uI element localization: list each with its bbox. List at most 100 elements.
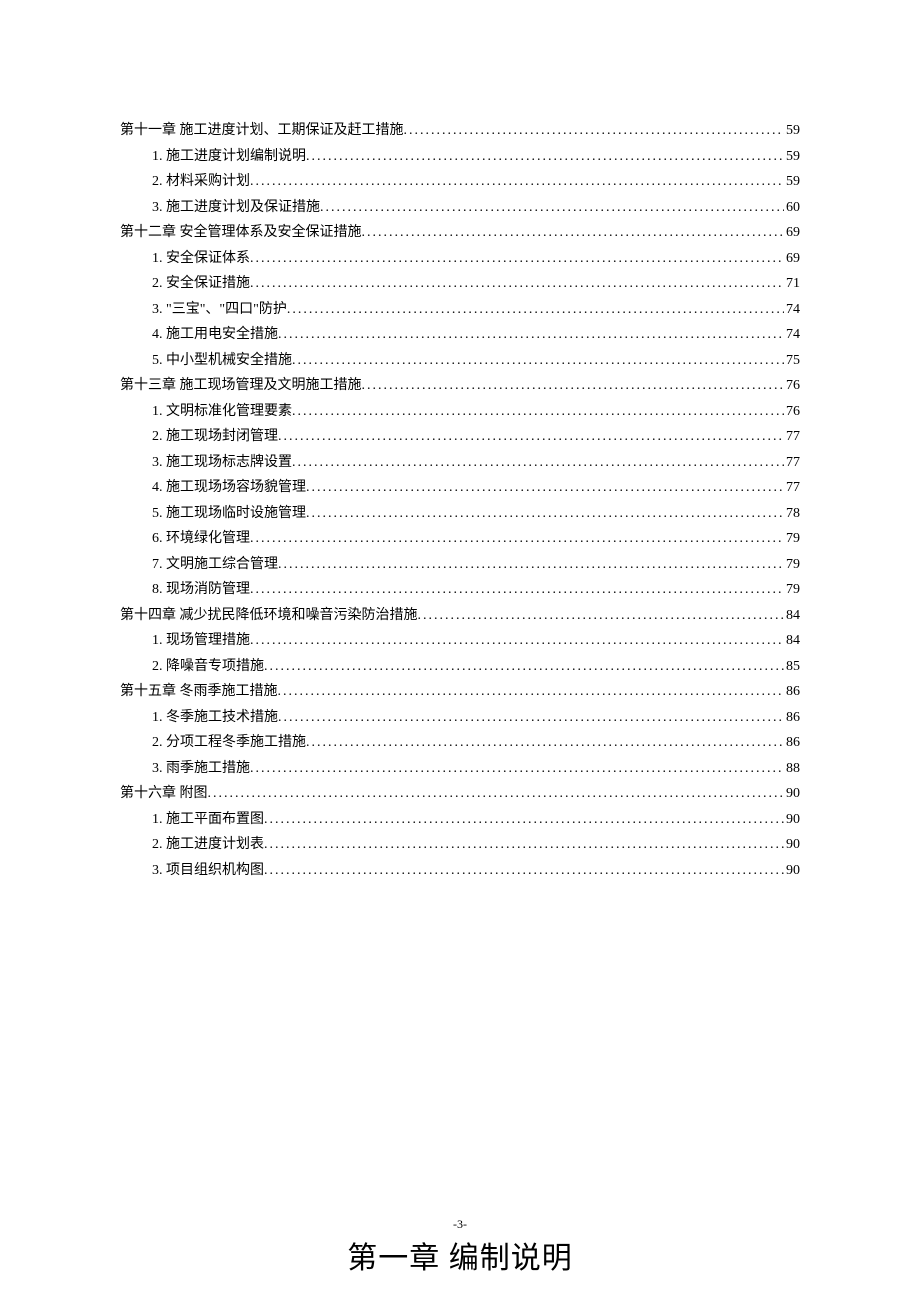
toc-entry-title: 2. 安全保证措施 [152,271,250,297]
toc-leader-dots [264,654,784,680]
toc-entry-page: 59 [784,144,800,170]
chapter-heading: 第一章 编制说明 [120,1233,800,1277]
toc-entry-title: 8. 现场消防管理 [152,577,250,603]
toc-entry-title: 1. 文明标准化管理要素 [152,399,292,425]
toc-leader-dots [418,603,785,629]
toc-leader-dots [292,399,784,425]
toc-entry: 2. 材料采购计划 59 [120,169,800,195]
toc-leader-dots [292,348,784,374]
toc-entry: 4. 施工用电安全措施 74 [120,322,800,348]
toc-leader-dots [250,756,784,782]
toc-entry-page: 90 [784,807,800,833]
toc-entry-page: 74 [784,322,800,348]
toc-leader-dots [404,118,785,144]
toc-entry-title: 3. 施工现场标志牌设置 [152,450,292,476]
toc-entry-title: 1. 冬季施工技术措施 [152,705,278,731]
toc-entry-title: 5. 中小型机械安全措施 [152,348,292,374]
toc-entry-page: 77 [784,450,800,476]
toc-entry-title: 3. 项目组织机构图 [152,858,264,884]
toc-entry: 8. 现场消防管理 79 [120,577,800,603]
chapter-heading-block: 第一章 编制说明 [120,1233,800,1277]
toc-entry: 3. 施工进度计划及保证措施 60 [120,195,800,221]
toc-entry-page: 86 [784,730,800,756]
toc-entry: 5. 中小型机械安全措施 75 [120,348,800,374]
toc-entry: 6. 环境绿化管理 79 [120,526,800,552]
document-page: 第十一章 施工进度计划、工期保证及赶工措施591. 施工进度计划编制说明 592… [0,0,920,1277]
toc-entry: 第十三章 施工现场管理及文明施工措施76 [120,373,800,399]
toc-entry: 5. 施工现场临时设施管理 78 [120,501,800,527]
toc-entry-title: 6. 环境绿化管理 [152,526,250,552]
toc-entry-page: 74 [784,297,800,323]
toc-entry-page: 90 [784,832,800,858]
toc-leader-dots [278,322,784,348]
toc-leader-dots [292,450,784,476]
toc-entry-title: 4. 施工用电安全措施 [152,322,278,348]
toc-entry-page: 84 [784,603,800,629]
toc-entry-page: 69 [784,246,800,272]
toc-entry-title: 第十三章 施工现场管理及文明施工措施 [120,373,362,399]
toc-leader-dots [278,552,784,578]
toc-entry-page: 77 [784,424,800,450]
toc-entry: 3. "三宝"、"四口"防护 74 [120,297,800,323]
toc-entry-page: 85 [784,654,800,680]
toc-leader-dots [320,195,784,221]
toc-entry-title: 3. 施工进度计划及保证措施 [152,195,320,221]
toc-entry-page: 90 [784,858,800,884]
toc-entry: 第十一章 施工进度计划、工期保证及赶工措施 59 [120,118,800,144]
toc-entry-page: 84 [784,628,800,654]
toc-entry: 2. 施工现场封闭管理 77 [120,424,800,450]
toc-leader-dots [306,730,784,756]
toc-entry: 2. 分项工程冬季施工措施 86 [120,730,800,756]
toc-entry-title: 1. 施工平面布置图 [152,807,264,833]
toc-leader-dots [250,628,784,654]
toc-leader-dots [278,424,784,450]
toc-entry: 第十五章 冬雨季施工措施86 [120,679,800,705]
page-number: -3- [0,1217,920,1232]
toc-entry-page: 79 [784,526,800,552]
toc-entry-title: 2. 材料采购计划 [152,169,250,195]
toc-leader-dots [362,220,785,246]
toc-entry-page: 88 [784,756,800,782]
toc-entry-page: 86 [784,705,800,731]
toc-leader-dots [306,144,784,170]
toc-entry-title: 2. 施工现场封闭管理 [152,424,278,450]
toc-leader-dots [264,807,784,833]
toc-entry: 1. 施工平面布置图 90 [120,807,800,833]
toc-entry-title: 第十二章 安全管理体系及安全保证措施 [120,220,362,246]
toc-entry-title: 5. 施工现场临时设施管理 [152,501,306,527]
toc-entry: 2. 降噪音专项措施 85 [120,654,800,680]
toc-entry: 1. 安全保证体系 69 [120,246,800,272]
toc-entry: 3. 雨季施工措施 88 [120,756,800,782]
toc-leader-dots [250,271,784,297]
toc-entry-title: 第十四章 减少扰民降低环境和噪音污染防治措施 [120,603,418,629]
toc-leader-dots [287,297,784,323]
toc-leader-dots [278,705,784,731]
toc-entry-title: 1. 安全保证体系 [152,246,250,272]
toc-entry-title: 第十五章 冬雨季施工措施 [120,679,278,705]
toc-leader-dots [264,858,784,884]
toc-entry: 第十四章 减少扰民降低环境和噪音污染防治措施 84 [120,603,800,629]
toc-entry-title: 7. 文明施工综合管理 [152,552,278,578]
toc-entry: 3. 项目组织机构图 90 [120,858,800,884]
toc-entry-page: 79 [784,552,800,578]
toc-entry-page: 79 [784,577,800,603]
toc-entry-title: 2. 分项工程冬季施工措施 [152,730,306,756]
toc-entry-title: 2. 降噪音专项措施 [152,654,264,680]
toc-entry: 3. 施工现场标志牌设置 77 [120,450,800,476]
toc-entry: 2. 施工进度计划表 90 [120,832,800,858]
toc-entry-page: 75 [784,348,800,374]
toc-leader-dots [208,781,785,807]
toc-entry-title: 3. 雨季施工措施 [152,756,250,782]
toc-entry: 第十六章 附图90 [120,781,800,807]
toc-entry-page: 59 [784,118,800,144]
toc-entry-page: 90 [784,781,800,807]
toc-entry-title: 3. "三宝"、"四口"防护 [152,297,287,323]
toc-leader-dots [250,246,784,272]
toc-entry-title: 1. 施工进度计划编制说明 [152,144,306,170]
toc-leader-dots [362,373,785,399]
toc-leader-dots [306,501,784,527]
toc-entry: 第十二章 安全管理体系及安全保证措施69 [120,220,800,246]
toc-entry-title: 第十一章 施工进度计划、工期保证及赶工措施 [120,118,404,144]
toc-entry-page: 59 [784,169,800,195]
toc-entry-page: 76 [784,399,800,425]
